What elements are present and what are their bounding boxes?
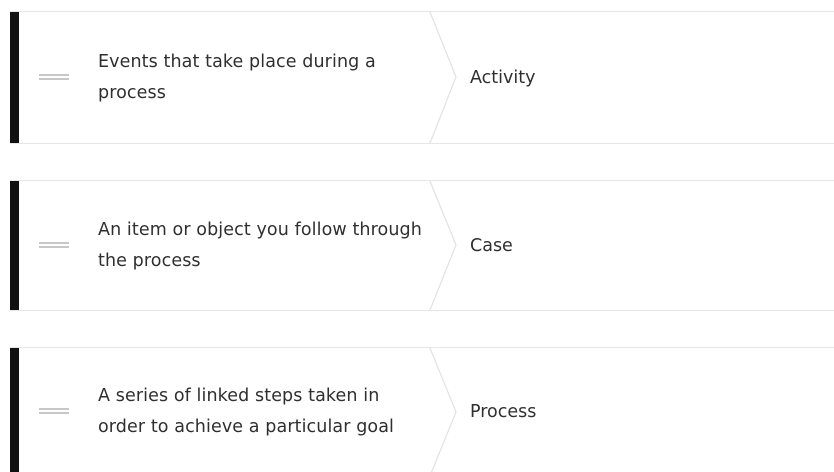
matching-activity: Events that take place during a process …	[0, 0, 834, 472]
drag-handle-icon[interactable]	[39, 408, 69, 416]
definition-text: A series of linked steps taken in order …	[98, 386, 395, 437]
match-row-activity[interactable]: Events that take place during a process …	[10, 11, 834, 144]
row-accent-bar	[10, 181, 19, 310]
term-answer[interactable]: Case	[470, 236, 513, 256]
match-row-process[interactable]: A series of linked steps taken in order …	[10, 347, 834, 472]
term-answer[interactable]: Activity	[470, 68, 535, 88]
match-row-case[interactable]: An item or object you follow through the…	[10, 180, 834, 311]
chevron-divider-icon	[428, 348, 458, 472]
definition-text: An item or object you follow through the…	[98, 219, 422, 271]
row-accent-bar	[10, 12, 19, 143]
drag-handle-icon[interactable]	[39, 73, 69, 82]
row-accent-bar	[10, 348, 19, 472]
term-answer[interactable]: Process	[470, 402, 536, 422]
definition-text: Events that take place during a process	[98, 51, 376, 103]
chevron-divider-icon	[428, 12, 458, 143]
chevron-divider-icon	[428, 181, 458, 310]
drag-handle-icon[interactable]	[39, 241, 69, 250]
